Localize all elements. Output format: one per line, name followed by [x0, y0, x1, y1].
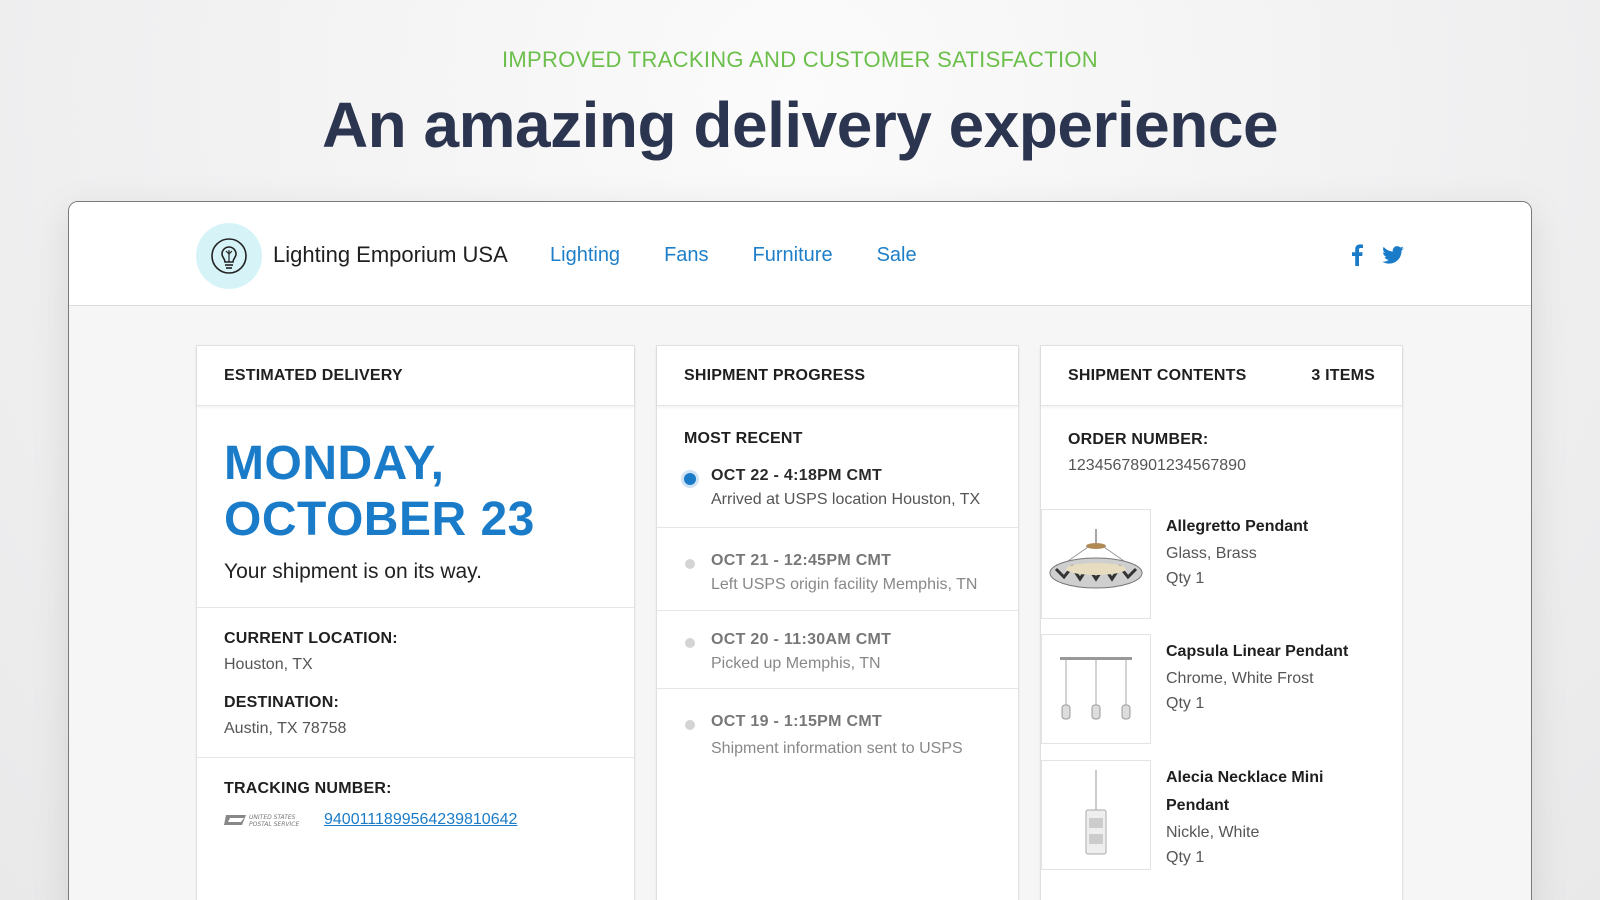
status-dot: [685, 638, 695, 648]
current-location-value: Houston, TX: [224, 656, 313, 673]
card-title: SHIPMENT PROGRESS: [684, 366, 866, 384]
chandelier-icon: [1049, 529, 1143, 589]
delivery-date: MONDAY, OCTOBER 23: [197, 406, 634, 548]
nav-link-lighting[interactable]: Lighting: [550, 244, 620, 267]
event-time: OCT 20 - 11:30AM CMT: [711, 631, 892, 648]
product-image[interactable]: [1041, 634, 1151, 744]
event-time: OCT 22 - 4:18PM CMT: [711, 467, 883, 484]
card-header: SHIPMENT PROGRESS: [657, 346, 1018, 406]
twitter-icon[interactable]: [1382, 244, 1404, 266]
delivery-message: Your shipment is on its way.: [224, 560, 482, 583]
social-links: [1346, 244, 1404, 266]
order-number-value: 12345678901234567890: [1068, 457, 1246, 474]
event-description: Shipment information sent to USPS: [711, 740, 963, 757]
nav-link-sale[interactable]: Sale: [877, 244, 917, 267]
estimated-delivery-card: ESTIMATED DELIVERY MONDAY, OCTOBER 23 Yo…: [196, 345, 635, 900]
item-count: 3 ITEMS: [1311, 366, 1375, 384]
delivery-date-value: OCTOBER 23: [224, 493, 535, 546]
card-header: ESTIMATED DELIVERY: [197, 346, 634, 406]
product-name[interactable]: Allegretto Pendant: [1166, 513, 1386, 541]
product-material: Chrome, White Frost: [1166, 670, 1314, 687]
usps-logo: UNITED STATES POSTAL SERVICE: [224, 810, 314, 830]
hero-eyebrow: IMPROVED TRACKING AND CUSTOMER SATISFACT…: [502, 47, 1098, 72]
store-logo[interactable]: [196, 223, 262, 289]
nav-link-fans[interactable]: Fans: [664, 244, 708, 267]
svg-text:POSTAL SERVICE: POSTAL SERVICE: [249, 821, 299, 828]
facebook-icon[interactable]: [1346, 244, 1368, 266]
product-quantity: Qty 1: [1166, 570, 1205, 587]
store-navbar: Lighting Emporium USA Lighting Fans Furn…: [69, 202, 1531, 306]
event-description: Picked up Memphis, TN: [711, 655, 881, 672]
shipment-progress-card: SHIPMENT PROGRESS MOST RECENT OCT 22 - 4…: [656, 345, 1019, 900]
tracking-number-link[interactable]: 9400111899564239810642: [324, 811, 517, 829]
order-number-label: ORDER NUMBER:: [1068, 431, 1209, 448]
card-title: SHIPMENT CONTENTS: [1068, 366, 1247, 384]
product-image[interactable]: [1041, 760, 1151, 870]
progress-event: OCT 19 - 1:15PM CMT Shipment information…: [657, 713, 1018, 760]
shipment-contents-card: SHIPMENT CONTENTS 3 ITEMS ORDER NUMBER: …: [1040, 345, 1403, 900]
product-name[interactable]: Capsula Linear Pendant: [1166, 638, 1386, 666]
linear-pendant-icon: [1060, 657, 1132, 720]
most-recent-label: MOST RECENT: [684, 430, 803, 447]
product-quantity: Qty 1: [1166, 695, 1205, 712]
progress-event: OCT 22 - 4:18PM CMT Arrived at USPS loca…: [657, 467, 1018, 511]
product-name[interactable]: Alecia Necklace Mini Pendant: [1166, 764, 1386, 820]
progress-event: OCT 21 - 12:45PM CMT Left USPS origin fa…: [657, 552, 1018, 596]
product-material: Glass, Brass: [1166, 545, 1257, 562]
mini-pendant-icon: [1085, 770, 1107, 855]
svg-text:UNITED STATES: UNITED STATES: [249, 814, 296, 821]
lightbulb-tree-icon: [211, 238, 247, 274]
destination-value: Austin, TX 78758: [224, 720, 347, 737]
status-dot: [685, 559, 695, 569]
current-status-dot: [684, 473, 696, 485]
progress-event: OCT 20 - 11:30AM CMT Picked up Memphis, …: [657, 631, 1018, 675]
hero-headline: An amazing delivery experience: [321, 89, 1279, 161]
store-brand-name[interactable]: Lighting Emporium USA: [273, 242, 508, 268]
card-header: SHIPMENT CONTENTS 3 ITEMS: [1041, 346, 1402, 406]
browser-frame: Lighting Emporium USA Lighting Fans Furn…: [68, 201, 1532, 900]
event-description: Arrived at USPS location Houston, TX: [711, 491, 981, 508]
tracking-number-label: TRACKING NUMBER:: [224, 780, 392, 797]
status-dot: [685, 720, 695, 730]
product-image[interactable]: [1041, 509, 1151, 619]
product-material: Nickle, White: [1166, 824, 1260, 841]
card-title: ESTIMATED DELIVERY: [224, 366, 403, 384]
event-description: Left USPS origin facility Memphis, TN: [711, 576, 978, 593]
delivery-day: MONDAY,: [224, 437, 445, 490]
product-quantity: Qty 1: [1166, 849, 1205, 866]
current-location-label: CURRENT LOCATION:: [224, 630, 398, 647]
event-time: OCT 21 - 12:45PM CMT: [711, 552, 892, 569]
event-time: OCT 19 - 1:15PM CMT: [711, 713, 883, 730]
nav-link-furniture[interactable]: Furniture: [753, 244, 833, 267]
destination-label: DESTINATION:: [224, 694, 339, 711]
store-nav: Lighting Fans Furniture Sale: [550, 244, 961, 267]
